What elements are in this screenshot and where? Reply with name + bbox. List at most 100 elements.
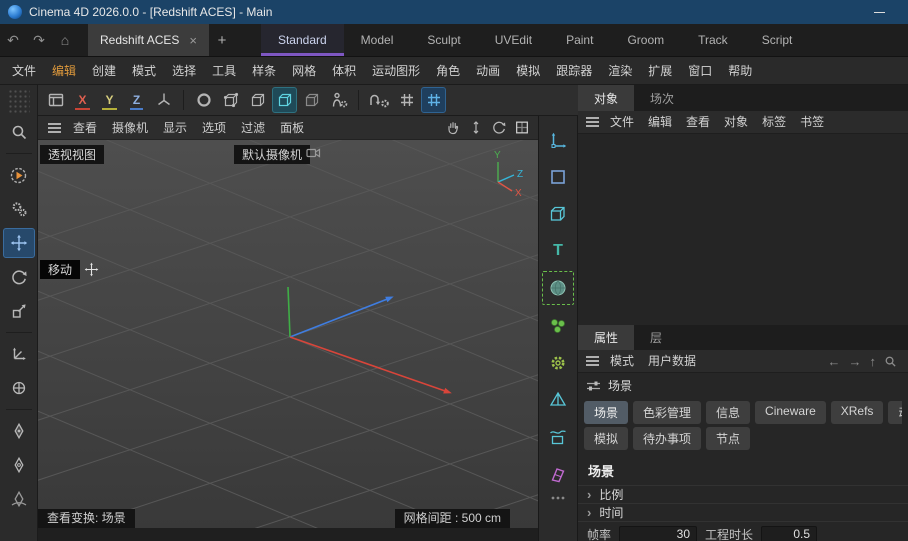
category-info[interactable]: 信息 xyxy=(706,401,750,424)
generator-gear-icon[interactable] xyxy=(541,344,575,381)
pen-tool-icon[interactable] xyxy=(3,416,35,446)
tab-layers[interactable]: 层 xyxy=(634,325,678,350)
layout-script[interactable]: Script xyxy=(745,24,810,56)
spline-pen-icon[interactable] xyxy=(3,484,35,514)
cube-primitive-icon[interactable] xyxy=(541,195,575,232)
menu-simulate[interactable]: 模拟 xyxy=(508,57,548,85)
category-scene[interactable]: 场景 xyxy=(584,401,628,424)
viewport-hamburger-icon[interactable] xyxy=(48,123,61,133)
menu-spline[interactable]: 样条 xyxy=(244,57,284,85)
menu-mode[interactable]: 模式 xyxy=(124,57,164,85)
layout-uvedit[interactable]: UVEdit xyxy=(478,24,549,56)
cloner-icon[interactable] xyxy=(541,307,575,344)
coordinate-system-icon[interactable] xyxy=(151,87,176,113)
cube-outline-icon[interactable] xyxy=(245,87,270,113)
sphere-primitive-icon[interactable] xyxy=(542,271,574,305)
vp-menu-view[interactable]: 查看 xyxy=(66,116,104,140)
orbit-icon[interactable] xyxy=(491,119,507,136)
workplane-axis-icon[interactable] xyxy=(541,121,575,158)
cube-points-icon[interactable] xyxy=(218,87,243,113)
tab-takes[interactable]: 场次 xyxy=(634,85,690,111)
menu-tracker[interactable]: 跟踪器 xyxy=(548,57,600,85)
plane-primitive-icon[interactable] xyxy=(541,158,575,195)
home-button[interactable]: ⌂ xyxy=(52,24,78,56)
cube-dark-icon[interactable] xyxy=(299,87,324,113)
quantize-snap-active-icon[interactable] xyxy=(421,87,446,113)
axis-x-toggle[interactable]: X xyxy=(70,87,95,113)
menu-edit[interactable]: 编辑 xyxy=(44,57,84,85)
cube-tool-active-icon[interactable] xyxy=(272,87,297,113)
om-menu-file[interactable]: 文件 xyxy=(603,111,641,134)
add-tab-button[interactable]: + xyxy=(209,24,235,56)
om-menu-bookmarks[interactable]: 书签 xyxy=(793,111,831,134)
menu-character[interactable]: 角色 xyxy=(428,57,468,85)
om-menu-view[interactable]: 查看 xyxy=(679,111,717,134)
deformer-icon[interactable] xyxy=(541,455,575,492)
ring-object-icon[interactable] xyxy=(191,87,216,113)
pyramid-primitive-icon[interactable] xyxy=(541,381,575,418)
menu-file[interactable]: 文件 xyxy=(4,57,44,85)
layout-sculpt[interactable]: Sculpt xyxy=(410,24,477,56)
move-axis-tool-icon[interactable] xyxy=(3,339,35,369)
axis-z-toggle[interactable]: Z xyxy=(124,87,149,113)
am-menu-userdata[interactable]: 用户数据 xyxy=(641,350,703,373)
sketch-pen-icon[interactable] xyxy=(3,450,35,480)
category-simulation[interactable]: 模拟 xyxy=(584,427,628,450)
menu-create[interactable]: 创建 xyxy=(84,57,124,85)
toggle-panel-icon[interactable] xyxy=(514,119,530,136)
undo-button[interactable]: ↶ xyxy=(0,24,26,56)
menu-tools[interactable]: 工具 xyxy=(204,57,244,85)
menu-select[interactable]: 选择 xyxy=(164,57,204,85)
palette-grip[interactable] xyxy=(8,89,30,113)
parent-up-icon[interactable]: ↑ xyxy=(870,354,877,369)
om-menu-objects[interactable]: 对象 xyxy=(717,111,755,134)
menu-animate[interactable]: 动画 xyxy=(468,57,508,85)
rotate-axis-tool-icon[interactable] xyxy=(3,373,35,403)
history-back-icon[interactable]: ← xyxy=(828,354,841,369)
layout-standard[interactable]: Standard xyxy=(261,24,344,56)
vp-menu-display[interactable]: 显示 xyxy=(156,116,194,140)
category-cineware[interactable]: Cineware xyxy=(755,401,826,424)
search-commander-icon[interactable] xyxy=(3,117,35,147)
tab-attributes[interactable]: 属性 xyxy=(578,325,634,350)
category-color-management[interactable]: 色彩管理 xyxy=(633,401,701,424)
layout-model[interactable]: Model xyxy=(344,24,411,56)
layout-paint[interactable]: Paint xyxy=(549,24,610,56)
text-primitive-icon[interactable]: T xyxy=(541,232,575,269)
tool-settings-gears-icon[interactable] xyxy=(3,194,35,224)
vp-menu-filter[interactable]: 过滤 xyxy=(234,116,272,140)
live-selection-icon[interactable] xyxy=(3,160,35,190)
vp-menu-panel[interactable]: 面板 xyxy=(273,116,311,140)
menu-window[interactable]: 窗口 xyxy=(680,57,720,85)
history-forward-icon[interactable]: → xyxy=(849,354,862,369)
category-nodes[interactable]: 节点 xyxy=(706,427,750,450)
vp-menu-options[interactable]: 选项 xyxy=(195,116,233,140)
section-time[interactable]: › 时间 xyxy=(578,503,908,521)
camera-name-label[interactable]: 默认摄像机 xyxy=(234,145,310,164)
close-tab-icon[interactable]: × xyxy=(189,33,197,48)
vp-menu-camera[interactable]: 摄像机 xyxy=(105,116,155,140)
object-list[interactable] xyxy=(578,134,908,325)
om-hamburger-icon[interactable] xyxy=(586,117,599,127)
attribute-object-row[interactable]: 场景 xyxy=(578,373,908,398)
category-todo[interactable]: 待办事项 xyxy=(633,427,701,450)
menu-extensions[interactable]: 扩展 xyxy=(640,57,680,85)
dolly-icon[interactable] xyxy=(468,119,484,136)
om-menu-tags[interactable]: 标签 xyxy=(755,111,793,134)
layout-track[interactable]: Track xyxy=(681,24,745,56)
more-tools-dots-icon[interactable] xyxy=(541,492,575,506)
redo-button[interactable]: ↷ xyxy=(26,24,52,56)
attribute-search-icon[interactable] xyxy=(884,355,897,368)
category-animation[interactable]: 动画 xyxy=(888,401,902,424)
minimize-button[interactable] xyxy=(858,0,900,24)
layout-groom[interactable]: Groom xyxy=(610,24,681,56)
fps-input[interactable]: 30 xyxy=(619,526,697,541)
uturn-gear-icon[interactable] xyxy=(366,87,392,113)
grid-snap-icon[interactable] xyxy=(394,87,419,113)
am-hamburger-icon[interactable] xyxy=(586,356,599,366)
tab-objects[interactable]: 对象 xyxy=(578,85,634,111)
camera-switch-icon[interactable] xyxy=(306,147,322,159)
layout-panel-icon[interactable] xyxy=(43,87,68,113)
character-gear-icon[interactable] xyxy=(326,87,351,113)
menu-volume[interactable]: 体积 xyxy=(324,57,364,85)
